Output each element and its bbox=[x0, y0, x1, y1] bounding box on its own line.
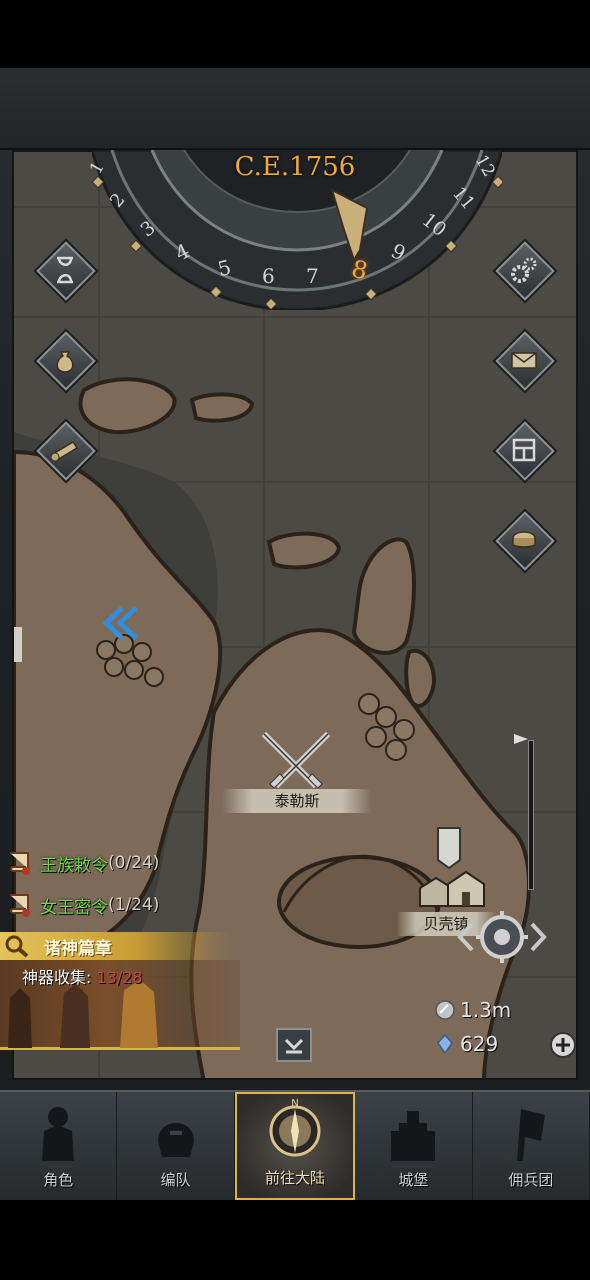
window-button[interactable] bbox=[494, 420, 555, 481]
hourglass-button[interactable] bbox=[35, 240, 96, 301]
gear-icon bbox=[511, 257, 537, 283]
town-icon[interactable] bbox=[414, 866, 490, 910]
bottom-black-area bbox=[0, 1200, 590, 1280]
gods-chapter-panel[interactable]: 神器收集: 13/28 bbox=[0, 960, 240, 1050]
month-7[interactable]: 7 bbox=[306, 264, 319, 288]
location-label-tailes[interactable]: 泰勒斯 bbox=[222, 789, 372, 813]
mail-button[interactable] bbox=[494, 330, 555, 391]
nav-item-mercenary[interactable]: 佣兵团 bbox=[473, 1092, 590, 1200]
scroll-icon bbox=[10, 852, 30, 875]
silver-amount: 1.3m bbox=[460, 998, 512, 1022]
search-icon bbox=[5, 935, 29, 958]
artifact-collection: 神器收集: 13/28 bbox=[22, 964, 143, 988]
nav-label: 角色 bbox=[43, 1171, 74, 1189]
gods-chapter-bar[interactable]: 诸神篇章 bbox=[0, 932, 230, 960]
collapse-button[interactable] bbox=[276, 1028, 312, 1062]
quest-progress: (0/24) bbox=[108, 853, 160, 873]
nav-label: 城堡 bbox=[398, 1171, 429, 1189]
year-label: C.E.1756 bbox=[234, 152, 356, 182]
crystal-resource: 629 bbox=[434, 1032, 498, 1056]
crystal-amount: 629 bbox=[460, 1032, 499, 1056]
knight-icon bbox=[42, 1107, 75, 1161]
plus-icon bbox=[556, 1038, 570, 1052]
drum-button[interactable] bbox=[494, 510, 555, 571]
quest-progress: (1/24) bbox=[108, 895, 160, 915]
locate-target-icon[interactable] bbox=[456, 906, 548, 968]
settings-button[interactable] bbox=[494, 240, 555, 301]
quest-queen-order[interactable]: 女王密令 (1/24) bbox=[6, 890, 159, 920]
quest-name: 王族敕令 bbox=[40, 855, 108, 876]
hourglass-icon bbox=[57, 256, 73, 284]
money-bag-icon bbox=[56, 351, 74, 373]
nav-item-formation[interactable]: 编队 bbox=[117, 1092, 235, 1200]
quest-royal-decree[interactable]: 王族敕令 (0/24) bbox=[6, 848, 159, 878]
drum-icon bbox=[512, 531, 536, 548]
helmet-icon bbox=[157, 1123, 194, 1157]
bottom-nav: 角色 编队 N 前往大陆 城堡 佣兵团 bbox=[0, 1090, 590, 1200]
zoom-slider[interactable] bbox=[528, 740, 534, 890]
chevron-left-icon[interactable] bbox=[100, 604, 144, 642]
nav-label: 编队 bbox=[160, 1171, 191, 1189]
castle-icon bbox=[391, 1111, 436, 1161]
silver-coin-icon bbox=[435, 1000, 455, 1020]
nav-item-castle[interactable]: 城堡 bbox=[355, 1092, 473, 1200]
header-strip bbox=[0, 68, 590, 150]
nav-label: 佣兵团 bbox=[508, 1171, 554, 1189]
nav-label: 前往大陆 bbox=[265, 1169, 326, 1187]
heroes-artwork bbox=[8, 980, 158, 1048]
window-grid-icon bbox=[512, 438, 536, 462]
compass-north-label: N bbox=[291, 1098, 299, 1109]
flag-icon bbox=[437, 827, 461, 870]
status-bar-area bbox=[0, 0, 590, 68]
crystal-icon bbox=[437, 1033, 453, 1055]
nav-item-continent[interactable]: N 前往大陆 bbox=[234, 1092, 356, 1200]
crossed-swords-icon[interactable] bbox=[258, 730, 334, 796]
banner-icon bbox=[516, 1109, 545, 1161]
money-bag-button[interactable] bbox=[35, 330, 96, 391]
silver-resource: 1.3m bbox=[434, 998, 511, 1022]
add-resource-button[interactable] bbox=[550, 1032, 576, 1058]
chevron-down-icon bbox=[284, 1038, 304, 1054]
nav-item-character[interactable]: 角色 bbox=[0, 1092, 118, 1200]
scroll-icon bbox=[10, 894, 30, 917]
quest-name: 女王密令 bbox=[40, 897, 108, 918]
gods-chapter-title: 诸神篇章 bbox=[44, 938, 112, 959]
mail-icon bbox=[511, 352, 537, 369]
artifact-collection-label: 神器收集: bbox=[22, 968, 97, 987]
scroll-button[interactable] bbox=[35, 420, 96, 481]
month-6[interactable]: 6 bbox=[262, 264, 275, 288]
artifact-collection-value: 13/28 bbox=[96, 968, 143, 987]
scroll-icon bbox=[50, 440, 79, 462]
slider-flag-icon bbox=[514, 734, 528, 744]
